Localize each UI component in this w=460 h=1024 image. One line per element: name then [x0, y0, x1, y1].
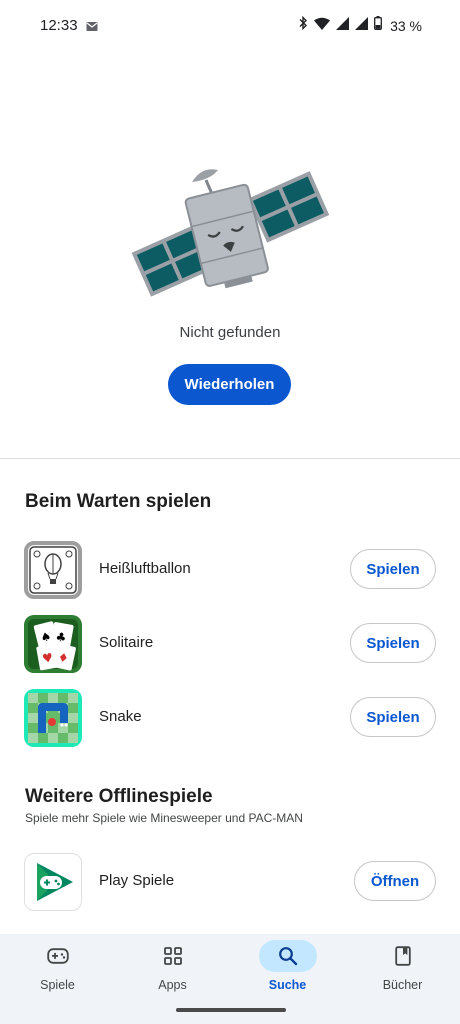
- nav-item-buecher[interactable]: Bücher: [345, 934, 460, 1004]
- sleeping-satellite-illustration: [128, 160, 330, 310]
- apps-grid-icon: [144, 940, 202, 972]
- retry-button[interactable]: Wiederholen: [168, 364, 291, 405]
- offline-section-subtitle: Spiele mehr Spiele wie Minesweeper und P…: [25, 811, 303, 825]
- game-row-solitaire[interactable]: ♠ ♣ ♥ ♦ Solitaire Spielen: [0, 614, 460, 674]
- nav-label: Bücher: [382, 978, 423, 992]
- book-icon: [374, 940, 432, 972]
- open-play-spiele-button[interactable]: Öffnen: [354, 861, 436, 901]
- search-icon: [258, 940, 317, 972]
- play-heissluftballon-button[interactable]: Spielen: [350, 549, 436, 589]
- nav-item-apps[interactable]: Apps: [115, 934, 230, 1004]
- offline-section-title: Weitere Offlinespiele: [25, 786, 213, 807]
- battery-percentage: 33 %: [390, 17, 422, 34]
- battery-icon: [374, 16, 383, 35]
- status-icons: 33 %: [298, 15, 422, 35]
- bluetooth-icon: [298, 15, 308, 35]
- hot-air-balloon-icon: [24, 541, 82, 599]
- play-snake-button[interactable]: Spielen: [350, 697, 436, 737]
- game-name: Snake: [99, 708, 142, 725]
- game-row-snake[interactable]: Snake Spielen: [0, 688, 460, 748]
- status-bar: 12:33 33 %: [0, 0, 460, 52]
- not-found-message: Nicht gefunden: [179, 324, 281, 341]
- nav-item-suche[interactable]: Suche: [230, 934, 345, 1004]
- nav-label: Suche: [268, 978, 307, 992]
- status-time: 12:33: [40, 17, 78, 34]
- game-name: Solitaire: [99, 634, 154, 651]
- message-notification-icon: [86, 19, 98, 37]
- nav-label: Apps: [158, 978, 187, 992]
- home-indicator[interactable]: [176, 1008, 286, 1012]
- app-name: Play Spiele: [99, 872, 175, 889]
- cell-signal-icon: [336, 16, 350, 35]
- play-solitaire-button[interactable]: Spielen: [350, 623, 436, 663]
- app-row-play-spiele[interactable]: Play Spiele Öffnen: [0, 852, 460, 912]
- waiting-section-title: Beim Warten spielen: [25, 491, 212, 512]
- section-divider: [0, 458, 460, 459]
- cell-signal-2-icon: [355, 16, 369, 35]
- wifi-icon: [314, 17, 331, 35]
- nav-item-spiele[interactable]: Spiele: [0, 934, 115, 1004]
- solitaire-cards-icon: ♠ ♣ ♥ ♦: [24, 615, 82, 673]
- nav-label: Spiele: [40, 978, 75, 992]
- game-row-heissluftballon[interactable]: Heißluftballon Spielen: [0, 540, 460, 600]
- snake-game-icon: [24, 689, 82, 747]
- game-name: Heißluftballon: [99, 560, 191, 577]
- play-games-icon: [24, 853, 82, 911]
- gamepad-icon: [29, 940, 87, 972]
